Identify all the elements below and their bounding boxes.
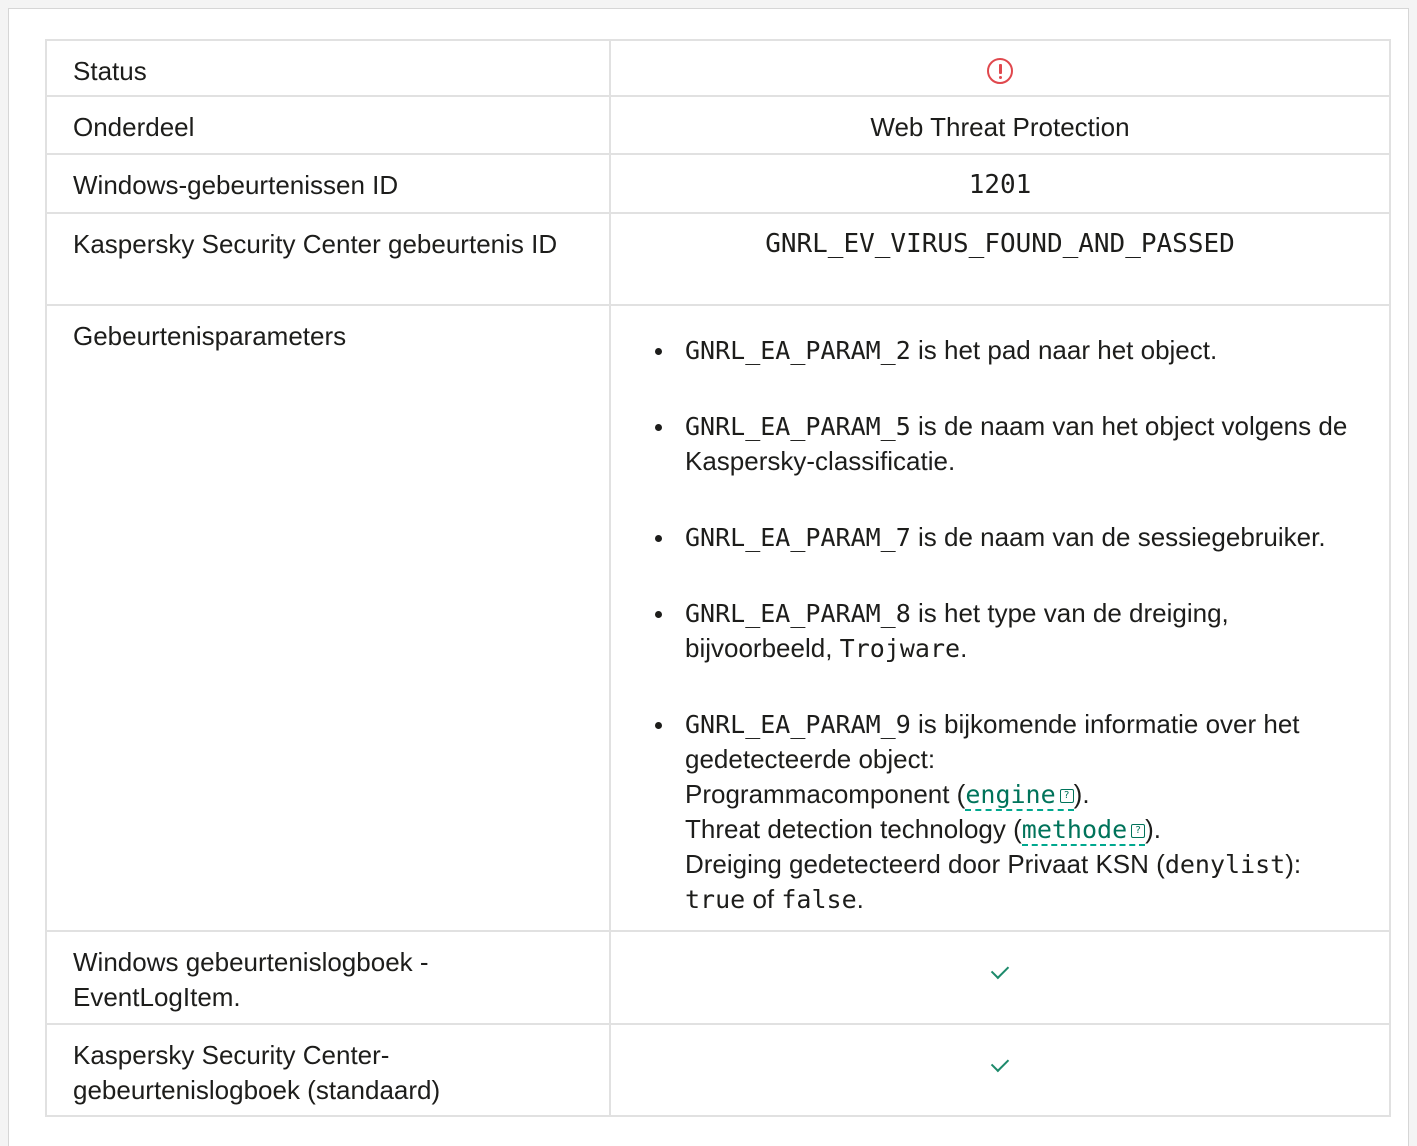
method-link[interactable]: methode? [1021,815,1146,846]
status-label: Status [45,39,611,97]
list-item: GNRL_EA_PARAM_5 is de naam van het objec… [637,409,1369,479]
table-row-windows-log: Windows gebeurtenislogboek - EventLogIte… [45,930,1391,1025]
event-parameters-label: Gebeurtenisparameters [45,304,611,932]
table-row-ksc-event-id: Kaspersky Security Center gebeurtenis ID… [45,212,1391,306]
windows-log-value [609,930,1391,1025]
param-tail: . [960,633,968,663]
denylist-prefix: Dreiging gedetecteerd door Privaat KSN ( [685,849,1165,879]
engine-link[interactable]: engine? [965,780,1074,811]
param-code: GNRL_EA_PARAM_2 [685,336,911,365]
true-value: true [685,885,746,914]
event-details-table: Status Onderdeel Web Threat Protection W… [45,39,1391,1117]
method-prefix: Threat detection technology ( [685,814,1022,844]
engine-suffix: ). [1073,779,1090,809]
list-item: GNRL_EA_PARAM_2 is het pad naar het obje… [637,333,1369,368]
method-suffix: ). [1145,814,1162,844]
help-icon: ? [1131,824,1146,838]
checkmark-icon [990,960,1010,980]
content-panel: Status Onderdeel Web Threat Protection W… [8,8,1409,1146]
status-value [609,39,1391,97]
table-row-windows-event-id: Windows-gebeurtenissen ID 1201 [45,153,1391,214]
method-term: methode [1021,815,1128,844]
example-value: Trojware [839,634,961,663]
windows-event-id-value: 1201 [609,153,1391,214]
engine-term: engine [965,780,1056,809]
ksc-event-id-label: Kaspersky Security Center gebeurtenis ID [45,212,611,306]
ksc-event-id-value: GNRL_EV_VIRUS_FOUND_AND_PASSED [609,212,1391,306]
param-code: GNRL_EA_PARAM_5 [685,412,911,441]
param-code: GNRL_EA_PARAM_9 [685,710,911,739]
table-row-event-parameters: Gebeurtenisparameters GNRL_EA_PARAM_2 is… [45,304,1391,932]
or-text: of [745,884,782,914]
component-label: Onderdeel [45,95,611,155]
table-row-ksc-log: Kaspersky Security Center-gebeurtenislog… [45,1023,1391,1117]
windows-log-label: Windows gebeurtenislogboek - EventLogIte… [45,930,611,1025]
ksc-log-label: Kaspersky Security Center-gebeurtenislog… [45,1023,611,1117]
param-code: GNRL_EA_PARAM_8 [685,599,911,628]
help-icon: ? [1059,789,1074,803]
denylist-suffix: ): [1285,849,1302,879]
param-code: GNRL_EA_PARAM_7 [685,523,911,552]
parameters-list: GNRL_EA_PARAM_2 is het pad naar het obje… [611,333,1369,917]
windows-event-id-label: Windows-gebeurtenissen ID [45,153,611,214]
denylist-code: denylist [1164,850,1286,879]
table-row-component: Onderdeel Web Threat Protection [45,95,1391,155]
engine-prefix: Programmacomponent ( [685,779,966,809]
list-item: GNRL_EA_PARAM_7 is de naam van de sessie… [637,520,1369,555]
param-text: is het pad naar het object. [910,335,1218,365]
table-row-status: Status [45,39,1391,97]
param-text: is de naam van de sessiegebruiker. [910,522,1326,552]
ksc-log-value [609,1023,1391,1117]
list-item: GNRL_EA_PARAM_9 is bijkomende informatie… [637,707,1369,917]
warning-circle-icon [987,58,1013,85]
component-value: Web Threat Protection [609,95,1391,155]
false-value: false [781,885,857,914]
checkmark-icon [990,1053,1010,1073]
event-parameters-value: GNRL_EA_PARAM_2 is het pad naar het obje… [609,304,1391,932]
end-text: . [856,884,864,914]
list-item: GNRL_EA_PARAM_8 is het type van de dreig… [637,596,1369,666]
